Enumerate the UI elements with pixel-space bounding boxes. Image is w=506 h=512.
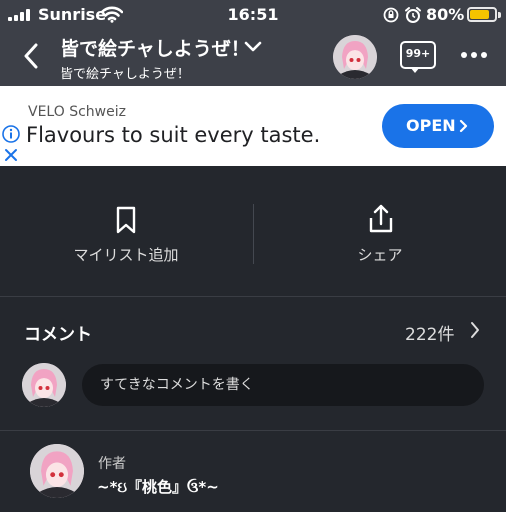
user-avatar xyxy=(22,363,66,407)
comment-input[interactable]: すてきなコメントを書く xyxy=(82,364,484,406)
share-button[interactable]: シェア xyxy=(330,244,430,265)
bookmark-icon[interactable] xyxy=(115,206,137,234)
comments-count[interactable]: 222件 xyxy=(405,320,454,345)
page-subtitle: 皆で絵チャしようぜ！ xyxy=(60,67,190,82)
author-name[interactable]: ~*ઇ『桃色』ઉ*~ xyxy=(97,476,219,497)
chevron-right-icon xyxy=(459,119,468,133)
author-label: 作者 xyxy=(98,456,126,472)
page-title[interactable]: 皆で絵チャしようぜ！ xyxy=(60,34,250,61)
add-to-mylist-button[interactable]: マイリスト追加 xyxy=(56,244,196,265)
ad-headline[interactable]: Flavours to suit every taste. xyxy=(26,123,320,147)
battery-tip xyxy=(498,12,501,18)
section-divider xyxy=(0,430,506,431)
rotation-lock-icon xyxy=(383,7,399,23)
badge-tail xyxy=(410,67,420,73)
ad-open-button[interactable]: OPEN xyxy=(382,104,494,148)
chevron-right-icon[interactable] xyxy=(470,321,480,339)
ad-sponsor[interactable]: VELO Schweiz xyxy=(28,104,126,120)
section-divider xyxy=(0,296,506,297)
chat-notification-icon[interactable]: 99+ xyxy=(400,41,436,69)
share-icon[interactable] xyxy=(368,204,394,234)
header-avatar[interactable] xyxy=(333,35,377,79)
alarm-icon xyxy=(405,7,421,23)
chevron-down-icon[interactable] xyxy=(244,41,262,53)
comments-title: コメント xyxy=(24,325,92,345)
battery-icon xyxy=(467,7,497,22)
action-divider xyxy=(253,204,254,264)
info-icon[interactable] xyxy=(2,125,20,143)
back-arrow-icon[interactable] xyxy=(22,43,40,69)
close-icon[interactable] xyxy=(4,148,18,162)
ad-open-label: OPEN xyxy=(406,116,456,135)
battery-level-fill xyxy=(470,10,490,19)
author-avatar[interactable] xyxy=(30,444,84,498)
more-icon[interactable] xyxy=(460,51,488,59)
battery-percent: 80% xyxy=(426,5,465,24)
